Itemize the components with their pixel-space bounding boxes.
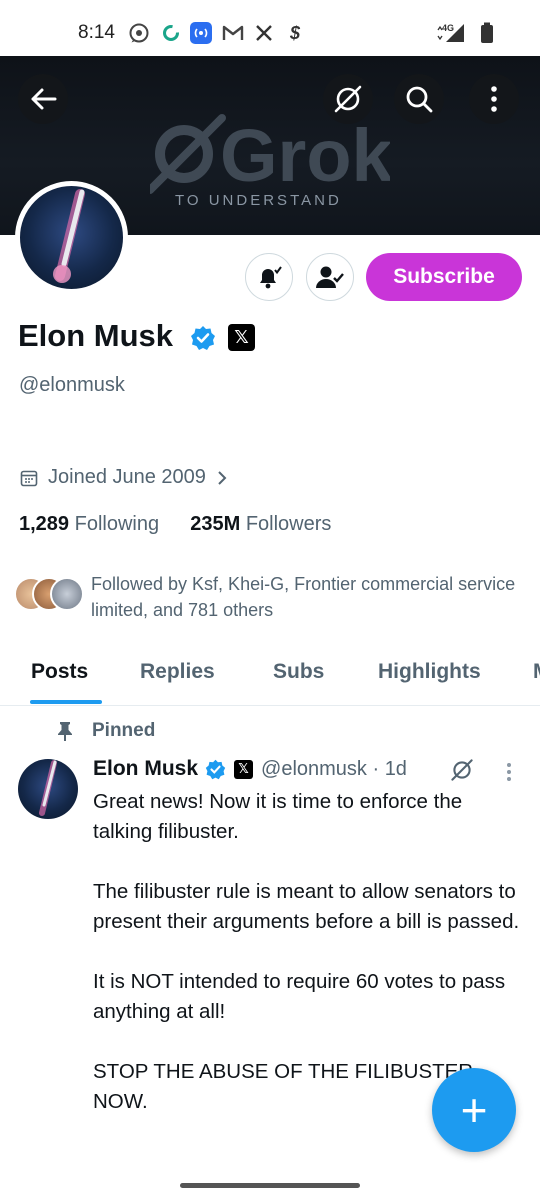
followed-by-text: Followed by Ksf, Khei-G, Frontier commer… xyxy=(91,574,516,620)
following-button[interactable] xyxy=(306,253,354,301)
post-author-handle[interactable]: @elonmusk · 1d xyxy=(261,758,407,781)
post-author-name[interactable]: Elon Musk xyxy=(93,757,198,781)
active-tab-indicator xyxy=(30,700,102,704)
tab-highlights[interactable]: Highlights xyxy=(378,660,481,684)
kebab-menu-icon xyxy=(491,86,497,112)
grok-icon xyxy=(334,85,362,113)
banner-tagline: TO UNDERSTAND xyxy=(175,192,342,209)
back-button[interactable] xyxy=(18,74,68,124)
following-count: 1,289 xyxy=(19,513,70,535)
post-more-icon[interactable] xyxy=(506,762,512,782)
x-affiliate-icon[interactable]: 𝕏 xyxy=(228,324,255,351)
calendar-icon xyxy=(20,470,38,486)
tab-replies[interactable]: Replies xyxy=(140,660,215,684)
following-label: Following xyxy=(74,513,160,535)
grok-logo-text: Grok xyxy=(220,114,390,197)
signal-icon: 4G xyxy=(436,22,466,44)
profile-tabs: Posts Replies Subs Highlights M xyxy=(0,650,540,706)
post-text: Great news! Now it is time to enforce th… xyxy=(93,790,520,1113)
compose-post-button[interactable]: + xyxy=(432,1068,516,1152)
follower-avatar xyxy=(50,577,84,611)
arrow-left-icon xyxy=(31,88,57,110)
pin-icon xyxy=(58,722,72,741)
search-icon xyxy=(406,86,433,113)
cash-icon: $ xyxy=(289,22,300,43)
grok-post-icon[interactable] xyxy=(450,758,474,782)
profile-name: Elon Musk xyxy=(18,318,174,353)
svg-text:4G: 4G xyxy=(442,23,454,33)
tab-subs[interactable]: Subs xyxy=(273,660,324,684)
followers-link[interactable]: 235M Followers xyxy=(190,513,331,535)
profile-avatar[interactable] xyxy=(15,181,128,294)
tab-media[interactable]: M xyxy=(533,660,540,684)
verified-badge-icon xyxy=(191,326,215,350)
battery-icon xyxy=(476,22,498,44)
follower-avatars xyxy=(14,577,86,613)
gmail-icon xyxy=(222,22,244,44)
notifications-button[interactable] xyxy=(245,253,293,301)
joined-date: Joined June 2009 xyxy=(48,466,206,488)
more-options-button[interactable] xyxy=(469,74,519,124)
pinned-indicator: Pinned xyxy=(56,720,155,742)
circle-app-icon xyxy=(160,22,182,44)
radio-icon xyxy=(190,22,212,44)
following-link[interactable]: 1,289 Following xyxy=(19,513,159,535)
followers-count: 235M xyxy=(190,513,241,535)
bell-check-icon xyxy=(260,266,282,289)
grok-button[interactable] xyxy=(323,74,373,124)
status-time: 8:14 xyxy=(78,22,115,43)
joined-date-row[interactable]: Joined June 2009 xyxy=(20,466,228,489)
subscribe-button[interactable]: Subscribe xyxy=(366,253,522,301)
x-affiliate-icon: 𝕏 xyxy=(234,759,254,779)
search-button[interactable] xyxy=(394,74,444,124)
follow-stats: 1,289 Following 235M Followers xyxy=(19,513,331,536)
profile-handle: @elonmusk xyxy=(19,374,125,396)
home-indicator[interactable] xyxy=(180,1183,360,1188)
whatsapp-icon xyxy=(128,22,150,44)
person-check-icon xyxy=(316,266,344,288)
pinned-label: Pinned xyxy=(92,720,156,741)
post-author-avatar[interactable] xyxy=(18,759,78,819)
rocket-image xyxy=(53,189,85,283)
chevron-right-icon xyxy=(218,470,227,485)
tab-posts[interactable]: Posts xyxy=(31,660,88,684)
verified-badge-icon xyxy=(205,759,226,779)
status-bar: 8:14 $ 4G xyxy=(0,0,540,56)
post-header: Elon Musk 𝕏 @elonmusk · 1d xyxy=(93,757,407,781)
x-app-icon xyxy=(253,22,275,44)
rocket-image xyxy=(39,760,57,816)
followers-label: Followers xyxy=(245,513,332,535)
